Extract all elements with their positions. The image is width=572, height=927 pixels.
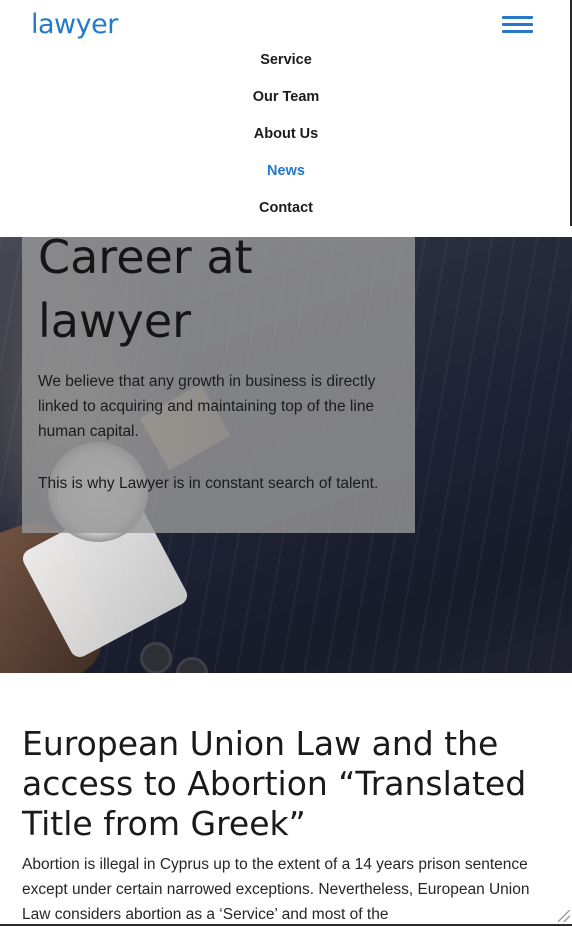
- news-article: European Union Law and the access to Abo…: [22, 724, 557, 927]
- nav-item-news[interactable]: News: [0, 157, 572, 194]
- hero-paragraph: We believe that any growth in business i…: [38, 373, 376, 440]
- nav-item-contact[interactable]: Contact: [0, 194, 572, 231]
- hero-paragraph: This is why Lawyer is in constant search…: [38, 475, 379, 492]
- suit-button: [140, 642, 172, 673]
- resize-grip-icon[interactable]: [558, 910, 570, 922]
- site-header: lawyer Service Our Team About Us News Co…: [0, 0, 572, 237]
- nav-item-service[interactable]: Service: [0, 46, 572, 83]
- hero-section: Career at lawyer We believe that any gro…: [0, 237, 572, 673]
- logo[interactable]: lawyer: [31, 8, 118, 42]
- hero-text-panel: Career at lawyer We believe that any gro…: [22, 237, 415, 533]
- menu-bar: [502, 16, 533, 19]
- menu-bar: [502, 30, 533, 33]
- menu-bar: [502, 23, 533, 26]
- nav-item-our-team[interactable]: Our Team: [0, 83, 572, 120]
- article-title[interactable]: European Union Law and the access to Abo…: [22, 724, 557, 844]
- article-excerpt: Abortion is illegal in Cyprus up to the …: [22, 856, 530, 923]
- hamburger-menu-icon[interactable]: [501, 14, 535, 36]
- hero-title: Career at lawyer: [38, 237, 253, 348]
- nav-item-about-us[interactable]: About Us: [0, 120, 572, 157]
- main-nav: Service Our Team About Us News Contact: [0, 46, 572, 231]
